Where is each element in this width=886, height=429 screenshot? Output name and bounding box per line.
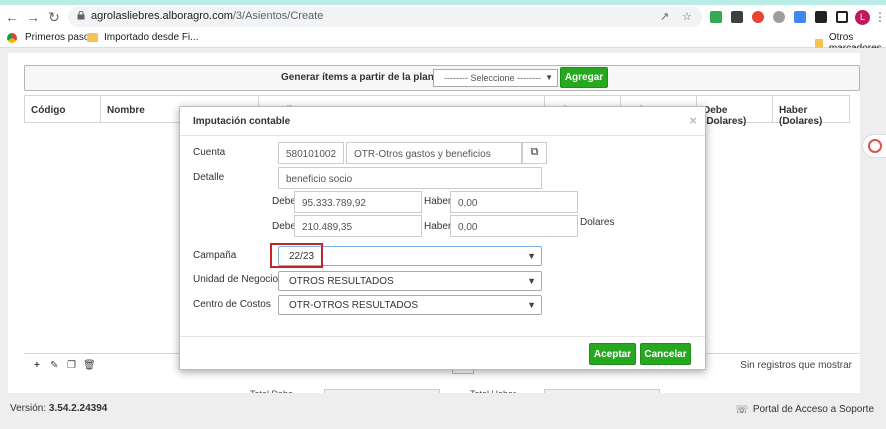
bookmark-importado[interactable]: Importado desde Fi... [87,32,199,43]
side-user-tab[interactable] [862,134,886,158]
detalle-input[interactable]: beneficio socio [278,167,542,189]
version-text: Versión: 3.54.2.24394 [10,403,108,414]
profile-avatar[interactable]: L [855,10,870,25]
url-text: agrolasliebres.alboragro.com/3/Asientos/… [91,10,324,22]
address-bar[interactable]: agrolasliebres.alboragro.com/3/Asientos/… [68,7,702,27]
bookmark-primeros-pasos[interactable]: Primeros pasos [7,32,94,43]
page-footer: Versión: 3.54.2.24394 ☏ Portal de Acceso… [0,393,886,429]
drive-extension-icon[interactable] [710,11,722,23]
forward-arrow-icon[interactable]: → [25,9,41,25]
close-icon[interactable]: × [689,113,697,128]
template-label: Generar ítems a partir de la plantilla [281,72,452,83]
debe-input[interactable]: 95.333.789,92 [294,191,422,213]
puzzle-extensions-icon[interactable] [815,11,827,23]
reload-icon[interactable]: ↻ [46,9,62,25]
modal-header: Imputación contable × [180,107,705,136]
kebab-menu-icon[interactable]: ⋮ [874,10,886,24]
column-header[interactable]: Código [25,96,101,122]
detalle-label: Detalle [193,172,225,183]
haber-usd-label: Haber [424,221,452,232]
external-link-icon[interactable]: ⧉ [522,142,547,164]
template-select[interactable]: -------- Seleccione -------- ▼ [433,69,558,87]
copy-icon[interactable]: ❐ [67,360,76,371]
haber-usd-input[interactable]: 0,00 [450,215,578,237]
bookmarks-bar: Primeros pasos Importado desde Fi... Otr… [0,29,886,54]
delete-icon[interactable]: 🗑 [83,360,96,371]
cancel-button[interactable]: Cancelar [640,343,691,365]
template-bar: Generar ítems a partir de la plantilla -… [24,65,860,91]
modal-title: Imputación contable [193,116,291,127]
column-header[interactable]: Haber (Dolares) [773,96,849,127]
headset-icon: ☏ [735,404,749,416]
add-icon[interactable]: + [34,360,40,371]
circle-extension-icon[interactable] [773,11,785,23]
extension-icon[interactable] [731,11,743,23]
centro-select[interactable]: OTR-OTROS RESULTADOS ▼ [278,295,542,315]
modal-footer-divider [180,336,705,337]
browser-toolbar: ← → ↻ agrolasliebres.alboragro.com/3/Asi… [0,5,886,29]
folder-icon [87,33,98,42]
share-icon[interactable]: ↗ [660,10,669,23]
lock-icon [77,11,85,20]
unidad-label: Unidad de Negocio [193,274,279,285]
folder-icon [815,38,823,48]
centro-label: Centro de Costos [193,299,271,310]
no-records-text: Sin registros que mostrar [740,360,852,371]
sidepanel-icon[interactable] [836,11,848,23]
dolares-label: Dolares [580,217,615,228]
debe-usd-label: Debe [272,221,296,232]
edit-icon[interactable]: ✎ [50,360,58,371]
support-link[interactable]: ☏ Portal de Acceso a Soporte [735,403,874,416]
note-extension-icon[interactable] [794,11,806,23]
fire-extension-icon[interactable] [752,11,764,23]
user-icon [868,139,882,153]
column-header[interactable]: Debe (Dolares) [697,96,773,127]
chevron-down-icon: ▼ [527,300,536,310]
haber-label: Haber [424,196,452,207]
debe-label: Debe [272,196,296,207]
imputacion-modal: Imputación contable × Cuenta 580101002 O… [179,106,706,370]
cuenta-code-input[interactable]: 580101002 [278,142,344,164]
accept-button[interactable]: Aceptar [589,343,636,365]
star-icon[interactable]: ☆ [682,10,692,23]
chevron-down-icon: ▼ [527,251,536,261]
debe-usd-input[interactable]: 210.489,35 [294,215,422,237]
cuenta-label: Cuenta [193,147,226,158]
campana-highlight-box [270,243,323,268]
chevron-down-icon: ▼ [527,276,536,286]
add-template-button[interactable]: Agregar [560,67,608,88]
chrome-logo-icon [7,32,17,43]
unidad-select[interactable]: OTROS RESULTADOS ▼ [278,271,542,291]
back-arrow-icon[interactable]: ← [4,9,20,25]
campana-label: Campaña [193,250,237,261]
cuenta-name-input[interactable]: OTR-Otros gastos y beneficios [346,142,522,164]
chevron-down-icon: ▼ [545,73,553,82]
haber-input[interactable]: 0,00 [450,191,578,213]
